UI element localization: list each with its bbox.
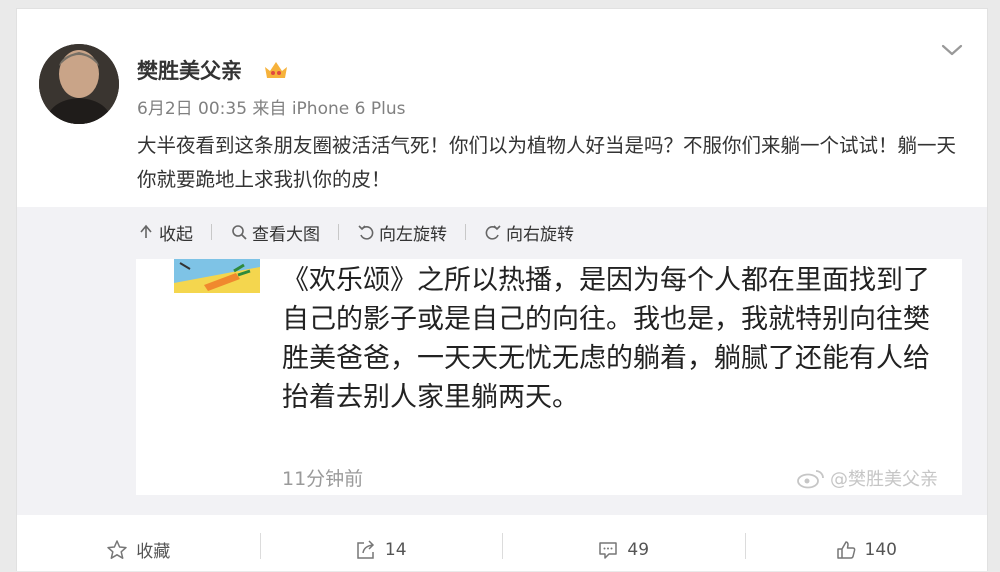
rotate-left-button[interactable]: 向左旋转 [357, 219, 447, 245]
weibo-post-card: 樊胜美父亲 6月2日 00:35 来自 iPhone 6 Plus 大半夜看到这… [16, 8, 988, 571]
avatar-image [39, 44, 119, 124]
toolbar-divider [211, 224, 212, 240]
share-icon [357, 539, 374, 559]
toolbar-divider [465, 224, 466, 240]
favorite-button[interactable]: 收藏 [17, 527, 260, 572]
thumbs-up-icon [836, 540, 855, 559]
rotate-right-icon [485, 225, 501, 240]
view-large-label: 查看大图 [252, 224, 320, 245]
screenshot-time: 11分钟前 [282, 468, 364, 490]
chevron-down-icon[interactable] [941, 43, 963, 57]
repost-button[interactable]: 14 [259, 527, 503, 572]
watermark: @樊胜美父亲 [796, 465, 938, 491]
star-icon [107, 539, 127, 559]
view-large-button[interactable]: 查看大图 [230, 219, 320, 245]
watermark-text: @樊胜美父亲 [830, 469, 938, 490]
arrow-up-icon [140, 224, 152, 238]
repost-count: 14 [384, 539, 407, 560]
like-button[interactable]: 140 [744, 527, 988, 572]
rotate-right-label: 向右旋转 [506, 224, 574, 245]
avatar[interactable] [39, 44, 119, 124]
action-bar: 收藏 14 49 140 [17, 527, 987, 572]
post-meta[interactable]: 6月2日 00:35 来自 iPhone 6 Plus [137, 94, 405, 119]
favorite-label: 收藏 [136, 542, 171, 562]
comment-button[interactable]: 49 [502, 527, 745, 572]
search-icon [232, 225, 247, 240]
toolbar-divider [338, 224, 339, 240]
screenshot-text: 《欢乐颂》之所以热播，是因为每个人都在里面找到了自己的影子或是自己的向往。我也是… [282, 265, 930, 413]
vip-crown-icon[interactable] [263, 59, 289, 81]
media-toolbar: 收起 查看大图 向左旋转 向右旋转 [137, 219, 574, 245]
collapse-label: 收起 [159, 224, 193, 245]
rotate-left-label: 向左旋转 [379, 224, 447, 245]
rotate-left-icon [358, 225, 374, 240]
sticker-thumbnail-icon [174, 259, 260, 293]
rotate-right-button[interactable]: 向右旋转 [484, 219, 574, 245]
comment-icon [599, 541, 618, 559]
author-name[interactable]: 樊胜美父亲 [137, 55, 242, 85]
like-count: 140 [864, 539, 897, 560]
comment-count: 49 [627, 539, 650, 560]
weibo-logo-icon [797, 470, 824, 489]
collapse-button[interactable]: 收起 [137, 219, 193, 245]
post-image[interactable]: 《欢乐颂》之所以热播，是因为每个人都在里面找到了自己的影子或是自己的向往。我也是… [136, 259, 962, 495]
post-text: 大半夜看到这条朋友圈被活活气死！你们以为植物人好当是吗？不服你们来躺一个试试！躺… [137, 134, 957, 191]
media-panel: 收起 查看大图 向左旋转 向右旋转 《欢乐颂》之所以热播，是因为每个人都在里面找… [17, 207, 987, 515]
